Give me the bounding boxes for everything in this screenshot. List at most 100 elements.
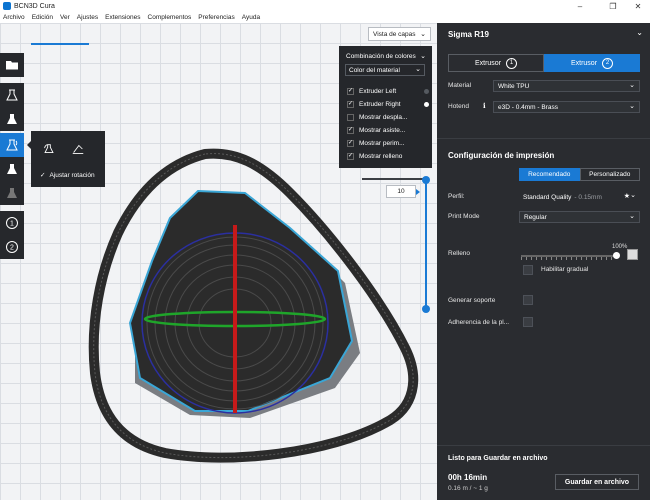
hotend-dropdown[interactable]: e3D - 0.4mm - Brass ⌄	[493, 101, 640, 113]
mirror-tool-button[interactable]	[0, 157, 24, 181]
settings-mode-tabs: Recomendado Personalizado	[519, 168, 640, 181]
checkbox[interactable]: ✓	[347, 126, 354, 134]
per-model-settings-button[interactable]	[0, 181, 24, 205]
window-title: BCN3D Cura	[14, 2, 55, 10]
option-label: Mostrar relleno	[359, 152, 403, 160]
viewport-3d[interactable]: 1 2 ✓ Ajustar rotación Vista de capas ⌄ …	[0, 23, 437, 500]
layer-number-input[interactable]: 10	[386, 185, 416, 198]
extruder-2-number: 2	[10, 245, 14, 252]
output-panel: Listo para Guardar en archivo 00h 16min …	[437, 445, 650, 500]
menu-complementos[interactable]: Complementos	[148, 14, 192, 21]
material-label: Material	[448, 82, 472, 89]
save-to-file-button[interactable]: Guardar en archivo	[555, 474, 639, 490]
adhesion-checkbox[interactable]	[523, 317, 533, 327]
open-file-button[interactable]	[0, 53, 24, 77]
menu-edicion[interactable]: Edición	[32, 14, 53, 21]
extruder-tabs: Extrusor 1 Extrusor 2	[448, 54, 640, 72]
extruder-number-badge: 1	[506, 57, 518, 69]
chevron-down-icon[interactable]: ⌄	[420, 52, 426, 60]
layer-slider-track[interactable]	[425, 181, 427, 309]
print-time: 00h 16min	[448, 473, 488, 482]
menu-ver[interactable]: Ver	[60, 14, 70, 21]
option-label: Extruder Right	[359, 100, 401, 108]
option-show-shell[interactable]: ✓ Mostrar perim...	[347, 138, 405, 148]
reset-rotation-icon	[44, 144, 54, 153]
option-show-helpers[interactable]: ✓ Mostrar asiste...	[347, 125, 405, 135]
menu-preferencias[interactable]: Preferencias	[198, 14, 235, 21]
chevron-down-icon: ⌄	[629, 213, 635, 220]
star-icon[interactable]: ★	[624, 192, 630, 200]
option-show-travels[interactable]: Mostrar despla...	[347, 112, 407, 122]
tab-label: Extrusor	[570, 59, 598, 67]
menu-ajustes[interactable]: Ajustes	[77, 14, 98, 21]
print-mode-dropdown[interactable]: Regular ⌄	[519, 211, 640, 223]
menu-archivo[interactable]: Archivo	[3, 14, 25, 21]
extruder-2-button[interactable]: 2	[0, 235, 24, 259]
menu-ayuda[interactable]: Ayuda	[242, 14, 260, 21]
extruder-1-number: 1	[10, 221, 14, 228]
extruder-color-dot	[424, 88, 429, 94]
printer-name: Sigma R19	[448, 30, 489, 39]
chevron-down-icon: ⌄	[629, 82, 635, 89]
move-tool-button[interactable]	[0, 83, 24, 107]
scale-tool-button[interactable]	[0, 107, 24, 131]
extruder-1-icon: 1	[6, 217, 18, 229]
reset-rotation-button[interactable]	[40, 140, 58, 158]
checkbox[interactable]: ✓	[347, 139, 354, 147]
folder-icon	[6, 61, 18, 70]
option-extruder-left[interactable]: ✓ Extruder Left	[347, 86, 429, 96]
profile-dropdown[interactable]: Standard Quality - 0.15mm ★ ⌄	[519, 191, 640, 203]
option-show-infill[interactable]: ✓ Mostrar relleno	[347, 151, 402, 161]
gradual-infill-label: Habilitar gradual	[541, 266, 589, 273]
close-button[interactable]: ✕	[628, 0, 648, 12]
extruder-color-dot	[424, 101, 429, 107]
infill-slider-ticks	[521, 257, 615, 260]
color-scheme-value: Color del material	[349, 66, 400, 74]
title-bar: BCN3D Cura – ❐ ✕	[0, 0, 650, 12]
tab-extruder-2[interactable]: Extrusor 2	[544, 54, 640, 72]
option-extruder-right[interactable]: ✓ Extruder Right	[347, 99, 429, 109]
chevron-down-icon[interactable]: ⌄	[636, 28, 643, 37]
maximize-button[interactable]: ❐	[603, 0, 623, 12]
adhesion-label: Adherencia de la pl...	[448, 319, 510, 326]
material-usage: 0.16 m / ~ 1 g	[448, 485, 488, 492]
tab-custom[interactable]: Personalizado	[579, 168, 640, 181]
print-mode-value: Regular	[524, 213, 547, 221]
info-icon[interactable]: ℹ	[483, 102, 486, 110]
infill-slider-handle[interactable]	[613, 252, 620, 259]
check-icon: ✓	[40, 172, 46, 179]
layer-slider-lower-handle[interactable]	[422, 305, 430, 313]
print-mode-label: Print Mode	[448, 213, 480, 220]
checkbox[interactable]	[347, 113, 354, 121]
extruder-number-badge: 2	[602, 57, 614, 69]
option-label: Mostrar despla...	[359, 113, 408, 121]
view-mode-dropdown[interactable]: Vista de capas ⌄	[368, 27, 431, 41]
tab-label: Extrusor	[474, 59, 502, 67]
rotate-tool-button[interactable]	[0, 133, 24, 157]
snap-rotation-checkbox[interactable]: ✓ Ajustar rotación	[40, 171, 95, 180]
rotate-tool-popup: ✓ Ajustar rotación	[31, 131, 105, 187]
gradual-infill-checkbox[interactable]	[523, 265, 533, 275]
color-scheme-dropdown[interactable]: Color del material ⌄	[345, 64, 425, 76]
tab-recommended[interactable]: Recomendado	[519, 168, 580, 181]
menu-extensiones[interactable]: Extensiones	[105, 14, 140, 21]
output-status: Listo para Guardar en archivo	[448, 455, 548, 462]
layer-slider-top	[362, 178, 426, 180]
minimize-button[interactable]: –	[570, 0, 590, 12]
tab-extruder-1[interactable]: Extrusor 1	[448, 54, 544, 72]
scale-tool-icon	[7, 114, 17, 124]
material-dropdown[interactable]: White TPU ⌄	[493, 80, 640, 92]
stage-indicator	[31, 43, 89, 45]
mirror-tool-icon	[7, 164, 17, 174]
support-checkbox[interactable]	[523, 295, 533, 305]
layer-pointer-icon	[416, 189, 420, 195]
lay-flat-button[interactable]	[69, 140, 87, 158]
color-scheme-header: Combinación de colores	[346, 53, 416, 60]
checkbox[interactable]: ✓	[347, 87, 354, 95]
extruder-1-button[interactable]: 1	[0, 211, 24, 235]
divider	[437, 138, 650, 139]
checkbox[interactable]: ✓	[347, 152, 354, 160]
checkbox[interactable]: ✓	[347, 100, 354, 108]
snap-rotation-label: Ajustar rotación	[49, 171, 95, 179]
settings-panel: Sigma R19 ⌄ Extrusor 1 Extrusor 2 Materi…	[437, 23, 650, 500]
